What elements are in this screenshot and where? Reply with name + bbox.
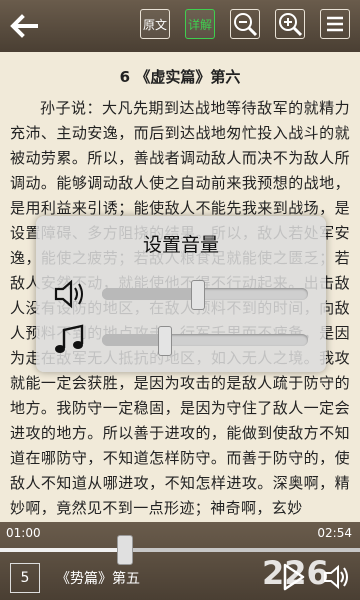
speaker-icon	[54, 279, 83, 309]
chapter-number-button[interactable]: 5	[10, 563, 40, 593]
media-volume-slider[interactable]	[102, 280, 308, 310]
play-icon	[283, 563, 305, 591]
media-volume-row	[52, 276, 314, 312]
zoom-out-button[interactable]	[230, 9, 260, 39]
music-note-icon	[55, 324, 84, 353]
music-volume-slider[interactable]	[102, 326, 308, 356]
audio-player-bar: 01:00 02:54 5 《势篇》第五 226	[0, 522, 360, 600]
music-volume-row	[52, 322, 314, 358]
chapter-heading: 6 《虚实篇》第六	[119, 68, 241, 86]
zoom-in-icon	[279, 13, 303, 37]
play-button[interactable]	[282, 562, 306, 592]
media-volume-thumb[interactable]	[191, 280, 205, 310]
top-toolbar: 原文 详解	[0, 0, 360, 53]
volume-icon	[324, 564, 348, 590]
original-text-label: 原文	[142, 18, 167, 32]
menu-icon	[327, 16, 343, 32]
dialog-title: 设置音量	[142, 234, 219, 256]
music-volume-fill	[102, 334, 164, 346]
original-text-button[interactable]: 原文	[140, 9, 170, 39]
explanation-button[interactable]: 详解	[185, 9, 215, 39]
volume-button[interactable]	[322, 562, 352, 592]
now-playing-title: 《势篇》第五	[56, 571, 140, 587]
media-volume-fill	[102, 288, 197, 300]
back-button[interactable]	[6, 8, 42, 44]
explanation-label: 详解	[187, 18, 212, 32]
seek-bar-fill	[0, 548, 124, 552]
current-time: 01:00	[6, 526, 41, 540]
total-time: 02:54	[317, 526, 352, 540]
zoom-in-button[interactable]	[275, 9, 305, 39]
music-volume-thumb[interactable]	[158, 326, 172, 356]
menu-button[interactable]	[320, 9, 350, 39]
volume-dialog: 设置音量	[36, 216, 326, 372]
seek-bar-thumb[interactable]	[117, 535, 133, 565]
zoom-out-icon	[234, 13, 258, 37]
back-arrow-icon	[10, 14, 38, 38]
